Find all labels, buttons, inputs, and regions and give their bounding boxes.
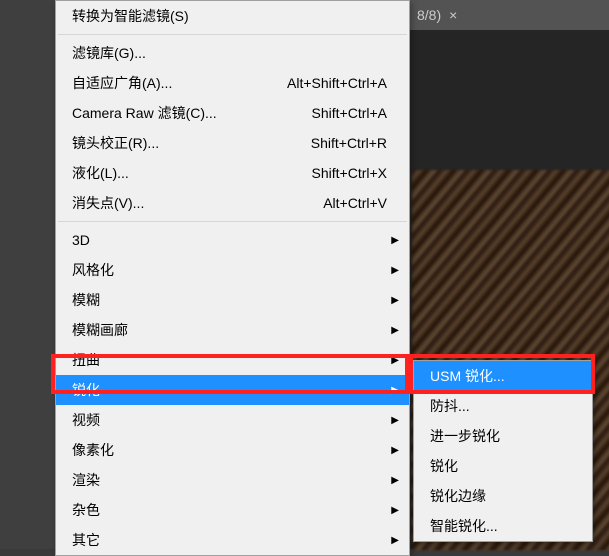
- menu-label: 模糊画廊: [72, 320, 387, 340]
- menu-item-liquify[interactable]: 液化(L)... Shift+Ctrl+X: [56, 158, 409, 188]
- submenu-arrow-icon: ▶: [391, 325, 399, 336]
- menu-label: 模糊: [72, 290, 387, 310]
- submenu-label: 锐化: [430, 456, 458, 476]
- menu-shortcut: Shift+Ctrl+A: [312, 105, 387, 121]
- menu-item-other[interactable]: 其它 ▶: [56, 525, 409, 555]
- menu-item-lens-correction[interactable]: 镜头校正(R)... Shift+Ctrl+R: [56, 128, 409, 158]
- menu-shortcut: Shift+Ctrl+X: [312, 165, 387, 181]
- submenu-label: 进一步锐化: [430, 426, 500, 446]
- submenu-arrow-icon: ▶: [391, 265, 399, 276]
- menu-item-video[interactable]: 视频 ▶: [56, 405, 409, 435]
- menu-label: 镜头校正(R)...: [72, 133, 311, 153]
- menu-label: 其它: [72, 530, 387, 550]
- menu-label: 像素化: [72, 440, 387, 460]
- menu-label: 渲染: [72, 470, 387, 490]
- menu-label: 视频: [72, 410, 387, 430]
- menu-item-distort[interactable]: 扭曲 ▶: [56, 345, 409, 375]
- menu-item-convert-smart-filters[interactable]: 转换为智能滤镜(S): [56, 1, 409, 31]
- menu-item-blur-gallery[interactable]: 模糊画廊 ▶: [56, 315, 409, 345]
- menu-separator: [58, 221, 407, 222]
- submenu-arrow-icon: ▶: [391, 475, 399, 486]
- menu-item-pixelate[interactable]: 像素化 ▶: [56, 435, 409, 465]
- menu-item-camera-raw[interactable]: Camera Raw 滤镜(C)... Shift+Ctrl+A: [56, 98, 409, 128]
- menu-item-adaptive-wide-angle[interactable]: 自适应广角(A)... Alt+Shift+Ctrl+A: [56, 68, 409, 98]
- menu-label: 自适应广角(A)...: [72, 73, 287, 93]
- left-strip: [0, 0, 55, 549]
- menu-item-3d[interactable]: 3D ▶: [56, 225, 409, 255]
- submenu-item-sharpen[interactable]: 锐化: [414, 451, 592, 481]
- menu-label: 滤镜库(G)...: [72, 43, 387, 63]
- submenu-arrow-icon: ▶: [391, 445, 399, 456]
- submenu-arrow-icon: ▶: [391, 385, 399, 396]
- submenu-label: 锐化边缘: [430, 486, 486, 506]
- tab-bar: 8/8) ×: [409, 0, 609, 30]
- submenu-arrow-icon: ▶: [391, 355, 399, 366]
- submenu-arrow-icon: ▶: [391, 535, 399, 546]
- submenu-item-shake-reduction[interactable]: 防抖...: [414, 391, 592, 421]
- close-icon[interactable]: ×: [449, 7, 457, 23]
- submenu-item-usm-sharpen[interactable]: USM 锐化...: [414, 361, 592, 391]
- submenu-label: 防抖...: [430, 396, 470, 416]
- submenu-arrow-icon: ▶: [391, 505, 399, 516]
- menu-item-blur[interactable]: 模糊 ▶: [56, 285, 409, 315]
- menu-shortcut: Alt+Ctrl+V: [323, 195, 387, 211]
- filter-menu: 转换为智能滤镜(S) 滤镜库(G)... 自适应广角(A)... Alt+Shi…: [55, 0, 410, 556]
- menu-label: 3D: [72, 232, 387, 248]
- menu-item-stylize[interactable]: 风格化 ▶: [56, 255, 409, 285]
- submenu-arrow-icon: ▶: [391, 235, 399, 246]
- menu-separator: [58, 34, 407, 35]
- submenu-label: 智能锐化...: [430, 516, 498, 536]
- tab-label: 8/8): [417, 7, 441, 23]
- menu-shortcut: Alt+Shift+Ctrl+A: [287, 75, 387, 91]
- submenu-item-smart-sharpen[interactable]: 智能锐化...: [414, 511, 592, 541]
- submenu-item-sharpen-edges[interactable]: 锐化边缘: [414, 481, 592, 511]
- submenu-label: USM 锐化...: [430, 366, 505, 386]
- menu-label: 风格化: [72, 260, 387, 280]
- menu-label: 液化(L)...: [72, 163, 312, 183]
- menu-item-render[interactable]: 渲染 ▶: [56, 465, 409, 495]
- menu-item-noise[interactable]: 杂色 ▶: [56, 495, 409, 525]
- menu-shortcut: Shift+Ctrl+R: [311, 135, 387, 151]
- submenu-arrow-icon: ▶: [391, 295, 399, 306]
- sharpen-submenu: USM 锐化... 防抖... 进一步锐化 锐化 锐化边缘 智能锐化...: [413, 360, 593, 542]
- menu-label: Camera Raw 滤镜(C)...: [72, 103, 312, 123]
- menu-item-sharpen[interactable]: 锐化 ▶: [56, 375, 409, 405]
- menu-item-filter-gallery[interactable]: 滤镜库(G)...: [56, 38, 409, 68]
- menu-label: 锐化: [72, 380, 387, 400]
- menu-label: 消失点(V)...: [72, 193, 323, 213]
- menu-label: 扭曲: [72, 350, 387, 370]
- menu-label: 杂色: [72, 500, 387, 520]
- menu-item-vanishing-point[interactable]: 消失点(V)... Alt+Ctrl+V: [56, 188, 409, 218]
- menu-label: 转换为智能滤镜(S): [72, 6, 387, 26]
- submenu-arrow-icon: ▶: [391, 415, 399, 426]
- submenu-item-sharpen-more[interactable]: 进一步锐化: [414, 421, 592, 451]
